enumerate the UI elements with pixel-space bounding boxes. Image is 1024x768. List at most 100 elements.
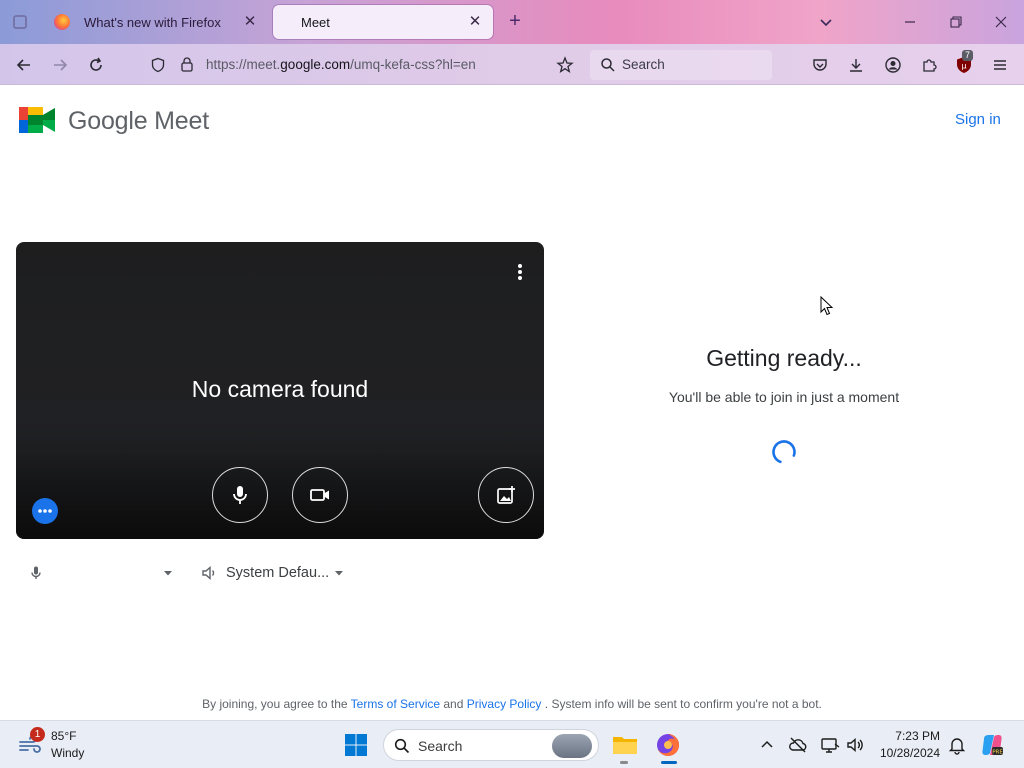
taskbar-search-box[interactable]: Search (383, 729, 599, 761)
dropdown-arrow-icon (164, 571, 172, 576)
new-tab-button[interactable]: + (505, 11, 525, 32)
tab-strip: What's new with Firefox ✕ Meet ✕ + (0, 0, 1024, 44)
firefox-taskbar-button[interactable] (653, 730, 683, 760)
account-icon (885, 57, 901, 73)
sign-in-link[interactable]: Sign in (955, 111, 1001, 128)
downloads-button[interactable] (845, 54, 867, 76)
search-bar[interactable]: Search (590, 50, 772, 80)
microphone-icon (233, 486, 247, 504)
windows-logo-icon (345, 734, 367, 756)
svg-text:PRE: PRE (992, 749, 1003, 755)
search-icon (394, 738, 410, 754)
more-options-button[interactable] (512, 262, 528, 282)
network-button[interactable] (820, 735, 840, 755)
visual-effects-button[interactable] (478, 467, 534, 523)
forward-button[interactable] (49, 54, 71, 76)
close-window-button[interactable] (991, 12, 1011, 32)
speaker-device-select[interactable]: System Defau... (200, 562, 345, 584)
speaker-device-name: System Defau... (226, 565, 330, 581)
videocam-icon (310, 489, 329, 501)
close-tab-icon[interactable]: ✕ (242, 14, 258, 30)
start-button[interactable] (344, 733, 368, 757)
weather-temperature: 85°F (51, 729, 77, 743)
pocket-button[interactable] (809, 54, 831, 76)
dropdown-arrow-icon (335, 571, 344, 576)
url-path: /umq-kefa-css?hl=en (350, 57, 476, 72)
search-highlight-image (552, 734, 592, 758)
arrow-left-icon (16, 59, 30, 71)
google-meet-brand: Google Meet (68, 107, 209, 135)
more-effects-button[interactable] (32, 498, 58, 524)
microphone-button[interactable] (212, 467, 268, 523)
loading-spinner-icon (771, 439, 797, 465)
tab-meet[interactable]: Meet ✕ (273, 5, 493, 39)
tab-title: What's new with Firefox (84, 14, 221, 30)
pocket-icon (813, 59, 827, 71)
preview-gradient (16, 449, 544, 539)
extension-count-badge: 7 (962, 50, 974, 61)
weather-condition: Windy (51, 746, 85, 760)
folder-icon (613, 737, 637, 754)
show-hidden-icons-button[interactable] (757, 735, 777, 755)
back-button[interactable] (13, 54, 35, 76)
shield-icon[interactable] (150, 57, 166, 73)
more-horiz-icon (38, 509, 52, 513)
firefox-view-button[interactable] (8, 12, 32, 32)
terms-suffix: . System info will be sent to confirm yo… (544, 697, 822, 711)
copilot-icon: PRE (982, 735, 1003, 755)
search-placeholder: Search (622, 57, 665, 72)
reload-button[interactable] (85, 54, 107, 76)
terms-and: and (443, 697, 464, 711)
search-icon (601, 58, 615, 72)
reload-icon (90, 57, 102, 71)
notifications-button[interactable] (947, 735, 967, 755)
file-explorer-running-indicator (620, 761, 628, 764)
volume-icon (202, 565, 215, 581)
lock-icon[interactable] (179, 56, 195, 73)
terms-of-service-link[interactable]: Terms of Service (351, 697, 440, 711)
speaker-icon (847, 737, 863, 753)
close-icon (995, 16, 1007, 28)
download-icon (850, 59, 862, 72)
firefox-favicon-icon (54, 14, 70, 30)
firefox-icon (657, 733, 680, 756)
minimize-icon (905, 21, 915, 23)
volume-button[interactable] (845, 735, 865, 755)
terms-notice: By joining, you agree to the Terms of Se… (0, 697, 1024, 711)
windows-taskbar: 1 85°F Windy Search 7:23 PM 10/28/2024 P… (0, 720, 1024, 768)
svg-text:μ: μ (961, 62, 966, 71)
copilot-button[interactable]: PRE (980, 733, 1004, 757)
file-explorer-button[interactable] (610, 730, 640, 760)
url-domain: google.com (280, 57, 351, 72)
minimize-button[interactable] (900, 12, 920, 32)
bookmark-star-icon[interactable] (556, 56, 574, 74)
clock-time[interactable]: 7:23 PM (880, 729, 940, 743)
restore-icon (950, 16, 962, 28)
no-camera-message: No camera found (191, 376, 369, 402)
app-menu-button[interactable] (989, 54, 1011, 76)
tab-whats-new[interactable]: What's new with Firefox ✕ (44, 5, 268, 39)
bell-icon (948, 738, 966, 755)
list-all-tabs-button[interactable] (816, 12, 836, 32)
mouse-cursor-icon (820, 295, 834, 316)
clock-date[interactable]: 10/28/2024 (870, 746, 940, 760)
camera-button[interactable] (292, 467, 348, 523)
close-tab-icon[interactable]: ✕ (467, 14, 483, 30)
cloud-offline-icon (789, 737, 807, 753)
taskbar-search-placeholder: Search (418, 738, 463, 754)
microphone-icon (31, 566, 41, 579)
account-button[interactable] (882, 54, 904, 76)
microphone-device-select[interactable] (28, 562, 174, 584)
url-text: https://meet.google.com/umq-kefa-css?hl=… (206, 57, 476, 72)
firefox-active-indicator (661, 761, 677, 764)
getting-ready-subtitle: You'll be able to join in just a moment (668, 389, 900, 405)
tab-title: Meet (301, 14, 330, 30)
privacy-policy-link[interactable]: Privacy Policy (467, 697, 542, 711)
hamburger-menu-icon (994, 60, 1006, 70)
onedrive-button[interactable] (788, 735, 808, 755)
extensions-button[interactable] (918, 54, 940, 76)
network-icon (821, 738, 840, 753)
url-bar[interactable]: https://meet.google.com/umq-kefa-css?hl=… (144, 50, 584, 80)
chevron-up-icon (761, 740, 773, 748)
restore-button[interactable] (946, 12, 966, 32)
